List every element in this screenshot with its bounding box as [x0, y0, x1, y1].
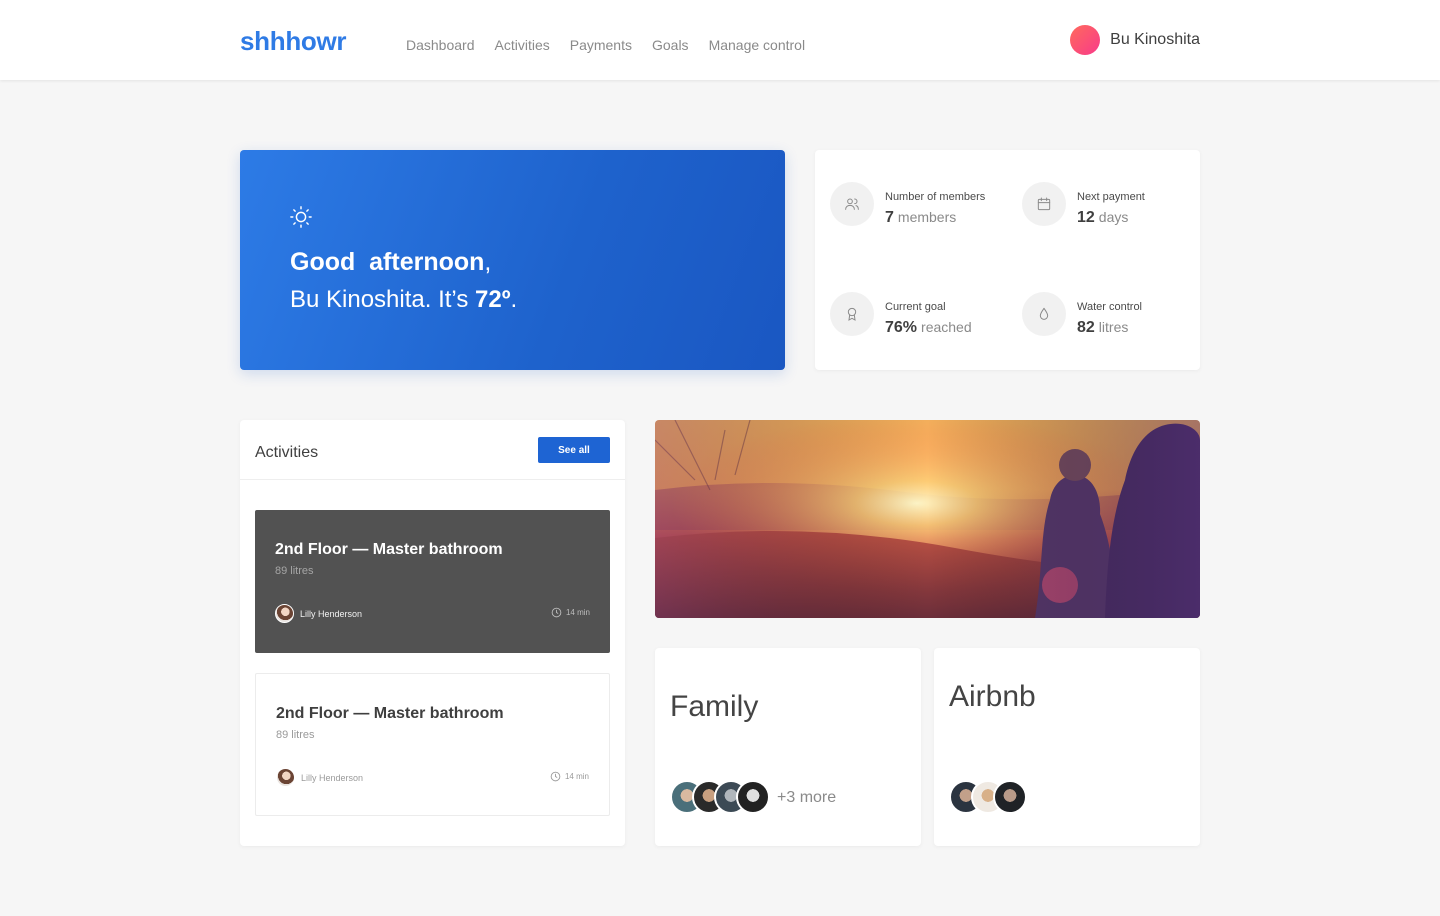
stat-current-goal[interactable]: Current goal 76% reached	[830, 292, 1010, 342]
stat-value: 7 members	[885, 209, 957, 226]
stat-members[interactable]: Number of members 7 members	[830, 182, 1010, 232]
nav-payments[interactable]: Payments	[570, 37, 632, 53]
temperature: 72º	[475, 286, 511, 313]
avatar	[736, 780, 770, 814]
stat-value: 82 litres	[1077, 319, 1129, 336]
avatar[interactable]	[1070, 25, 1101, 55]
stat-value: 76% reached	[885, 319, 972, 336]
activities-panel: Activities See all 2nd Floor — Master ba…	[240, 420, 625, 846]
member-avatars	[670, 780, 770, 814]
stats-card: Number of members 7 members Next payment …	[815, 150, 1200, 370]
user-menu[interactable]: Bu Kinoshita	[1070, 25, 1200, 55]
activity-card[interactable]: 2nd Floor — Master bathroom 89 litres Li…	[255, 510, 610, 653]
activity-time: 14 min	[551, 607, 590, 618]
more-members-link[interactable]: +3 more	[777, 789, 836, 807]
avatar	[993, 780, 1027, 814]
nav-activities[interactable]: Activities	[495, 37, 550, 53]
greeting-subtitle: Bu Kinoshita. It’s 72º.	[290, 286, 518, 313]
award-icon	[830, 292, 874, 336]
clock-icon	[551, 607, 562, 618]
stat-label: Next payment	[1077, 191, 1145, 203]
sun-icon	[290, 206, 312, 228]
activity-person: Lilly Henderson	[275, 604, 362, 623]
nav-manage-control[interactable]: Manage control	[709, 37, 806, 53]
user-name: Bu Kinoshita	[1110, 31, 1200, 48]
group-title: Airbnb	[949, 680, 1036, 713]
water-drop-icon	[1022, 292, 1066, 336]
avatar	[276, 768, 295, 787]
sunset-photo	[655, 420, 1200, 618]
stat-value: 12 days	[1077, 209, 1129, 226]
avatar	[275, 604, 294, 623]
stat-label: Current goal	[885, 301, 946, 313]
member-avatars	[949, 780, 1027, 814]
activity-subtitle: 89 litres	[275, 565, 314, 577]
greeting-card: Good afternoon, Bu Kinoshita. It’s 72º.	[240, 150, 785, 370]
main-nav: Dashboard Activities Payments Goals Mana…	[406, 37, 805, 53]
group-card-airbnb[interactable]: Airbnb	[934, 648, 1200, 846]
see-all-button[interactable]: See all	[538, 437, 610, 463]
activities-title: Activities	[255, 444, 319, 461]
stat-next-payment[interactable]: Next payment 12 days	[1022, 182, 1202, 232]
person-name: Lilly Henderson	[300, 608, 363, 619]
group-title: Family	[670, 690, 759, 723]
stat-water-control[interactable]: Water control 82 litres	[1022, 292, 1202, 342]
stat-label: Water control	[1077, 301, 1143, 313]
nav-goals[interactable]: Goals	[652, 37, 689, 53]
top-bar: shhhowr Dashboard Activities Payments Go…	[0, 0, 1440, 80]
calendar-icon	[1022, 182, 1066, 226]
stat-label: Number of members	[885, 191, 986, 203]
person-name: Lilly Henderson	[301, 772, 364, 783]
clock-icon	[550, 771, 561, 782]
activity-title: 2nd Floor — Master bathroom	[276, 705, 504, 722]
activity-title: 2nd Floor — Master bathroom	[275, 541, 503, 558]
activity-time: 14 min	[550, 771, 589, 782]
members-icon	[830, 182, 874, 226]
logo[interactable]: shhhowr	[240, 26, 347, 57]
activity-person: Lilly Henderson	[276, 768, 363, 787]
nav-dashboard[interactable]: Dashboard	[406, 37, 475, 53]
activity-card[interactable]: 2nd Floor — Master bathroom 89 litres Li…	[255, 673, 610, 816]
activities-header: Activities See all	[240, 420, 625, 480]
greeting-title: Good afternoon,	[290, 248, 492, 276]
group-card-family[interactable]: Family +3 more	[655, 648, 921, 846]
activity-subtitle: 89 litres	[276, 729, 315, 741]
